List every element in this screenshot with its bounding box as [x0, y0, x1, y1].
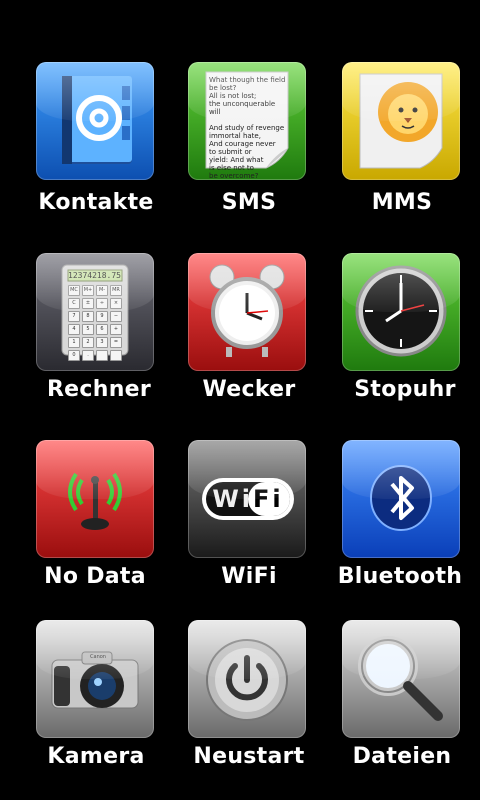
calc-key: MR [110, 285, 122, 296]
calc-key: × [110, 298, 122, 309]
app-label: Neustart [193, 744, 305, 769]
calc-key: 8 [82, 311, 94, 322]
app-label: Stopuhr [354, 377, 456, 402]
calc-key: 0 [68, 350, 80, 361]
sms-message-icon: What though the field be lost? All is no… [188, 62, 306, 180]
calculator-keypad: MC M+ M- MR C ± ÷ × 7 8 9 − 4 5 6 + 1 2 … [68, 285, 122, 361]
alarm-clock-icon [188, 253, 306, 371]
calc-key: M+ [82, 285, 94, 296]
note-line: All is not lost; [209, 92, 257, 100]
camera-brand: Canon [90, 654, 106, 660]
bluetooth-icon [342, 440, 460, 558]
power-icon [188, 620, 306, 738]
magnifier-icon [342, 620, 460, 738]
note-line: immortal hate, [209, 132, 261, 140]
calc-key: 7 [68, 311, 80, 322]
sms-note: What though the field be lost? All is no… [209, 76, 287, 180]
calc-key [96, 350, 108, 361]
note-line: And courage never [209, 140, 276, 148]
calc-key: 4 [68, 324, 80, 335]
calc-key: MC [68, 285, 80, 296]
app-label: Wecker [202, 377, 296, 402]
note-line: What though the field [209, 76, 286, 84]
calc-key: 6 [96, 324, 108, 335]
no-data-antenna-icon [36, 440, 154, 558]
calc-key: − [110, 311, 122, 322]
note-line: And study of revenge [209, 124, 285, 132]
calc-key: 3 [96, 337, 108, 348]
calc-key: 1 [68, 337, 80, 348]
app-label: Bluetooth [337, 564, 463, 589]
calculator-display: 12374218.75 [68, 271, 121, 280]
note-line: to submit or [209, 148, 252, 156]
mms-lion-icon [342, 62, 460, 180]
camera-icon: Canon [36, 620, 154, 738]
app-label: Rechner [46, 377, 152, 402]
app-label: SMS [221, 190, 277, 215]
app-label: Dateien [352, 744, 452, 769]
calc-key: C [68, 298, 80, 309]
stopwatch-icon [342, 253, 460, 371]
wifi-icon: WiFi [188, 440, 306, 558]
calc-key [110, 350, 122, 361]
note-line: be lost? [209, 84, 237, 92]
calc-key: ± [82, 298, 94, 309]
calc-key: 9 [96, 311, 108, 322]
calc-key: 5 [82, 324, 94, 335]
calc-key: . [82, 350, 94, 361]
note-line: be overcome? [209, 172, 259, 180]
calc-key: M- [96, 285, 108, 296]
app-label: No Data [44, 564, 146, 589]
note-line: is else not to [209, 164, 254, 172]
app-grid: Kontakte What though the field be lost? … [0, 0, 480, 800]
calc-key: 2 [82, 337, 94, 348]
calc-key: + [110, 324, 122, 335]
app-label: Kamera [47, 744, 145, 769]
calculator-icon: 12374218.75 MC M+ M- MR C ± ÷ × 7 8 9 − … [36, 253, 154, 371]
app-label: Kontakte [38, 190, 154, 215]
address-book-icon [36, 62, 154, 180]
wifi-logo-text: WiFi [212, 485, 284, 513]
note-line [209, 116, 287, 124]
calc-key: = [110, 337, 122, 348]
calc-key: ÷ [96, 298, 108, 309]
app-label: MMS [371, 190, 433, 215]
note-line: yield: And what [209, 156, 264, 164]
note-line: the unconquerable will [209, 100, 276, 116]
app-label: WiFi [221, 564, 277, 589]
